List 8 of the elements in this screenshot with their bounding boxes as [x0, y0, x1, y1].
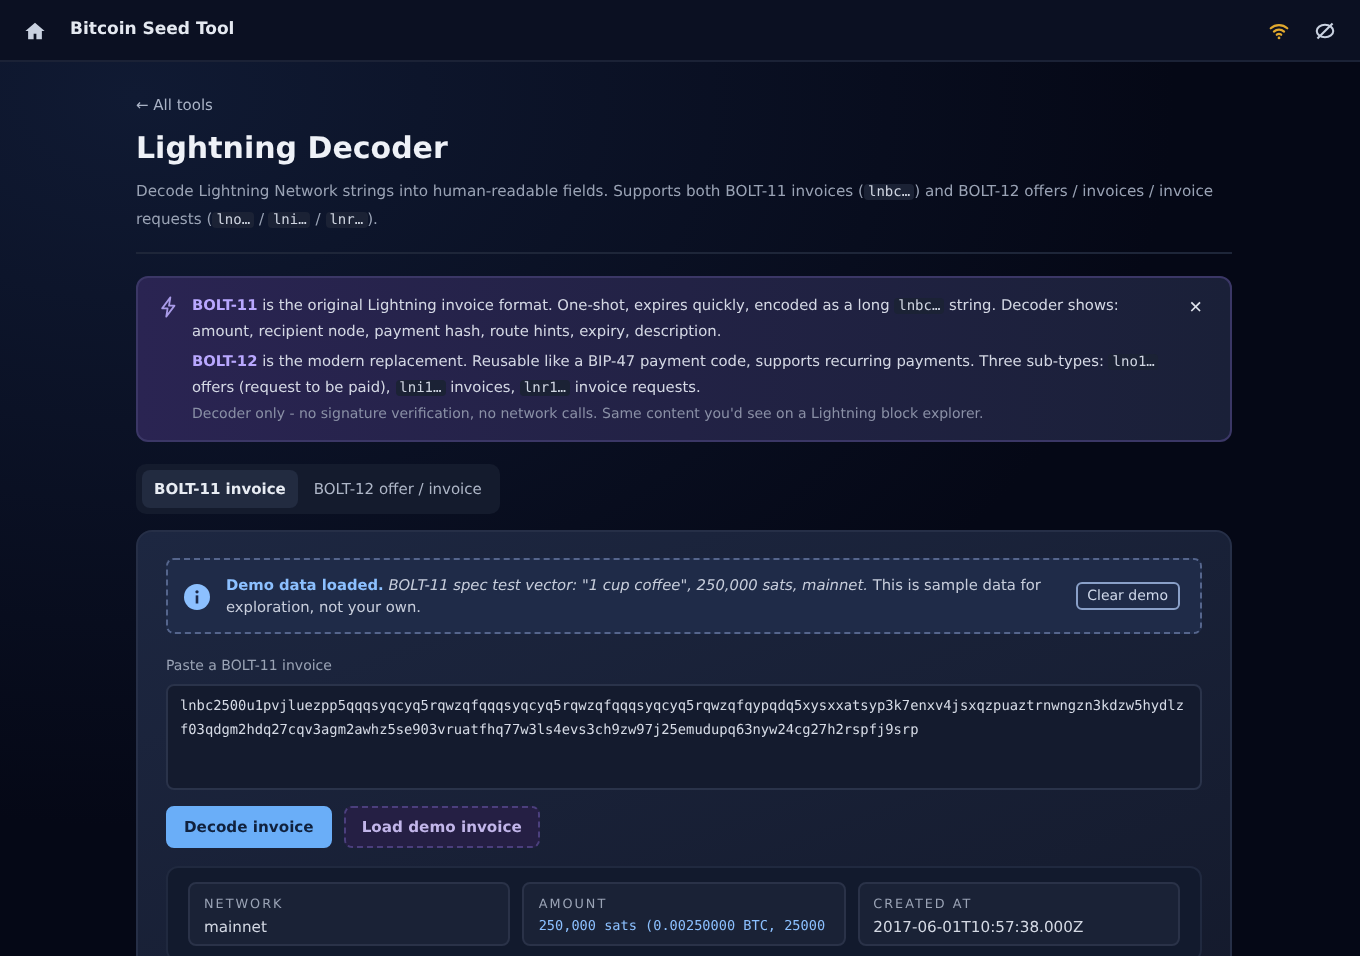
lightning-icon — [158, 296, 180, 318]
eye-off-icon[interactable] — [1314, 19, 1336, 41]
page-title: Lightning Decoder — [136, 130, 450, 166]
close-button[interactable]: × — [1181, 294, 1210, 322]
app-title: Bitcoin Seed Tool — [70, 20, 235, 40]
info-icon — [184, 583, 210, 609]
wifi-icon[interactable] — [1268, 19, 1290, 41]
home-icon[interactable] — [24, 19, 46, 41]
